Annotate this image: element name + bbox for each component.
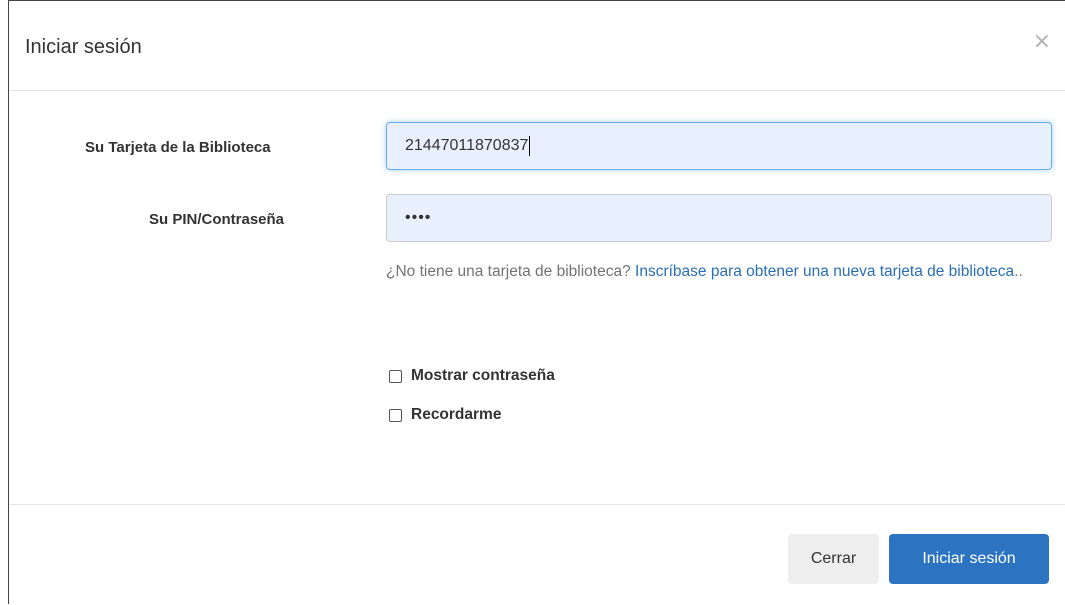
close-button[interactable]: Cerrar: [788, 534, 879, 584]
login-button[interactable]: Iniciar sesión: [889, 534, 1049, 584]
remember-me-label: Recordarme: [411, 406, 502, 423]
modal-header: Iniciar sesión ×: [9, 1, 1065, 91]
card-number-value: 21447011870837: [405, 137, 529, 154]
remember-me-checkbox[interactable]: [389, 408, 402, 422]
login-modal: Iniciar sesión × Su Tarjeta de la Biblio…: [8, 0, 1065, 604]
modal-footer: Cerrar Iniciar sesión: [9, 504, 1065, 605]
show-password-row[interactable]: Mostrar contraseña: [389, 367, 555, 385]
show-password-checkbox[interactable]: [389, 369, 402, 383]
text-caret: [529, 135, 531, 156]
signup-link[interactable]: Inscríbase para obtener una nueva tarjet…: [635, 263, 1014, 280]
pin-label: Su PIN/Contraseña: [149, 211, 285, 228]
signup-help-text: ¿No tiene una tarjeta de biblioteca? Ins…: [386, 259, 1056, 285]
remember-me-row[interactable]: Recordarme: [389, 406, 501, 424]
card-number-input[interactable]: 21447011870837: [386, 122, 1052, 170]
modal-title: Iniciar sesión: [25, 36, 142, 58]
help-suffix: ..: [1014, 263, 1023, 280]
show-password-label: Mostrar contraseña: [411, 367, 555, 384]
pin-input[interactable]: ••••: [386, 194, 1052, 242]
card-number-label: Su Tarjeta de la Biblioteca: [85, 139, 271, 156]
close-icon[interactable]: ×: [1033, 31, 1051, 53]
help-text: ¿No tiene una tarjeta de biblioteca?: [386, 263, 636, 280]
